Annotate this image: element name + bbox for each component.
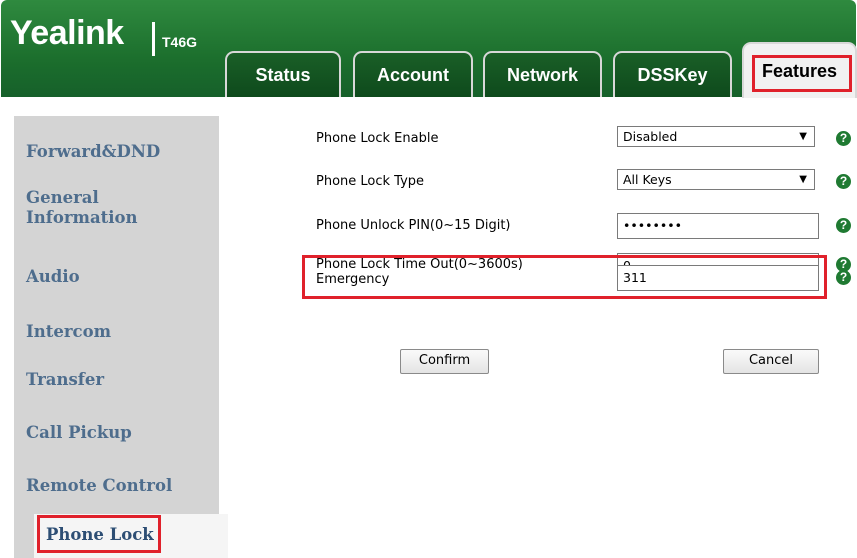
confirm-button[interactable]: Confirm [400, 349, 489, 374]
sidebar-item-call-pickup[interactable]: Call Pickup [26, 423, 206, 443]
sidebar-item-intercom[interactable]: Intercom [26, 322, 206, 342]
dropdown-arrow-icon: ▼ [799, 131, 807, 142]
emergency-label: Emergency [316, 272, 390, 287]
tab-network[interactable]: Network [483, 51, 602, 97]
phone-lock-timeout-label: Phone Lock Time Out(0~3600s) [316, 257, 523, 272]
tab-dsskey[interactable]: DSSKey [613, 51, 732, 97]
sidebar-item-remote-control[interactable]: Remote Control [26, 476, 206, 496]
phone-lock-type-select[interactable]: All Keys ▼ [617, 169, 815, 190]
sidebar-item-phone-lock[interactable]: Phone Lock [46, 525, 226, 545]
tab-features[interactable]: Features [742, 42, 857, 98]
sidebar-item-forward-dnd[interactable]: Forward&DND [26, 142, 206, 162]
yealink-logo: Yealink [10, 14, 124, 52]
phone-lock-enable-label: Phone Lock Enable [316, 131, 439, 146]
phone-unlock-pin-input[interactable]: •••••••• [617, 213, 819, 239]
sidebar-item-general-information[interactable]: General Information [26, 188, 176, 228]
sidebar-item-transfer[interactable]: Transfer [26, 370, 206, 390]
phone-lock-type-label: Phone Lock Type [316, 174, 425, 189]
help-icon[interactable]: ? [836, 218, 851, 233]
phone-lock-type-value: All Keys [623, 172, 672, 187]
help-icon[interactable]: ? [836, 174, 851, 189]
emergency-input[interactable]: 311 [617, 265, 819, 291]
phone-lock-enable-select[interactable]: Disabled ▼ [617, 126, 815, 147]
tab-account[interactable]: Account [353, 51, 473, 97]
help-icon[interactable]: ? [836, 131, 851, 146]
header: Yealink T46G Status Account Network DSSK… [0, 0, 857, 104]
phone-lock-enable-value: Disabled [623, 129, 678, 144]
sidebar-item-audio[interactable]: Audio [26, 267, 206, 287]
model-label: T46G [162, 34, 198, 50]
tab-status[interactable]: Status [225, 51, 341, 97]
page-content: Forward&DND General Information Audio In… [0, 104, 857, 558]
logo-separator [152, 22, 155, 56]
help-icon[interactable]: ? [836, 270, 851, 285]
cancel-button[interactable]: Cancel [723, 349, 819, 374]
dropdown-arrow-icon: ▼ [799, 174, 807, 185]
phone-unlock-pin-label: Phone Unlock PIN(0~15 Digit) [316, 218, 511, 233]
